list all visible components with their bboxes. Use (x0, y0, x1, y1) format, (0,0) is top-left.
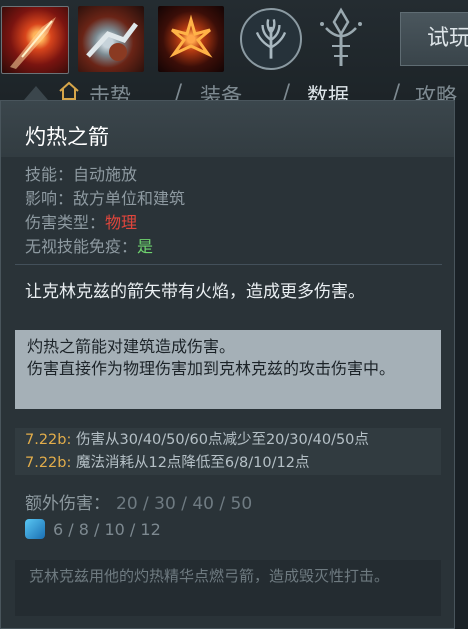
attr-label: 伤害类型： (25, 213, 106, 232)
attr-ability-behavior: 技能：自动施放 (25, 163, 185, 187)
tab-overview[interactable]: 击势 (89, 80, 131, 102)
hero-ability-bar: 试玩 击势 / 装备 / 数据 / 攻略 (0, 0, 468, 102)
extra-damage-label: 额外伤害： (25, 494, 110, 514)
nav-separator: / (393, 80, 401, 102)
patch-note: 7.22b: 魔法消耗从12点降低至6/8/10/12点 (25, 452, 441, 475)
nav-separator: / (283, 80, 291, 102)
nav-separator: / (175, 80, 183, 102)
mana-cost-values: 6 / 8 / 10 / 12 (53, 520, 161, 539)
attr-value: 是 (137, 237, 154, 256)
searing-arrows-icon[interactable] (1, 6, 69, 74)
patch-notes: 7.22b: 伤害从30/40/50/60点减少至20/30/40/50点 7.… (15, 428, 441, 475)
ability-title: 灼热之箭 (25, 125, 109, 149)
attr-label: 无视技能免疫： (25, 237, 138, 256)
mana-cost: 6 / 8 / 10 / 12 (25, 518, 161, 542)
note-line: 伤害直接作为物理伤害加到克林克兹的攻击伤害中。 (27, 359, 396, 378)
attr-label: 影响： (25, 189, 74, 208)
extra-damage-values: 20 / 30 / 40 / 50 (116, 494, 253, 514)
note-line: 灼热之箭能对建筑造成伤害。 (27, 337, 236, 356)
ability-note: 灼热之箭能对建筑造成伤害。 伤害直接作为物理伤害加到克林克兹的攻击伤害中。 (15, 330, 441, 409)
tab-items[interactable]: 装备 (200, 80, 242, 102)
attr-pierce-immunity: 无视技能免疫：是 (25, 235, 185, 259)
burning-army-icon[interactable] (158, 6, 224, 72)
attr-affects: 影响：敌方单位和建筑 (25, 187, 185, 211)
extra-damage: 额外伤害： 20 / 30 / 40 / 50 (25, 489, 252, 514)
patch-note: 7.22b: 伤害从30/40/50/60点减少至20/30/40/50点 (25, 429, 441, 452)
attr-value: 敌方单位和建筑 (73, 189, 186, 208)
side-panel-edge (455, 100, 468, 629)
attr-value: 物理 (105, 213, 138, 232)
attr-damage-type: 伤害类型：物理 (25, 211, 185, 235)
ability-tooltip: 灼热之箭 技能：自动施放 影响：敌方单位和建筑 伤害类型：物理 无视技能免疫：是… (0, 100, 455, 629)
patch-text: 魔法消耗从12点降低至6/8/10/12点 (71, 455, 310, 471)
divider (15, 264, 442, 265)
attr-value: 自动施放 (73, 165, 138, 184)
patch-version: 7.22b: (25, 432, 72, 448)
hero-nav-tabs: 击势 / 装备 / 数据 / 攻略 (55, 76, 468, 102)
patch-text: 伤害从30/40/50/60点减少至20/30/40/50点 (71, 432, 369, 448)
skeleton-walk-icon[interactable] (78, 6, 144, 72)
ability-description: 让克林克兹的箭矢带有火焰，造成更多伤害。 (25, 282, 365, 302)
tab-guides[interactable]: 攻略 (415, 80, 457, 102)
home-icon[interactable] (58, 80, 80, 102)
attr-label: 技能： (25, 165, 74, 184)
tooltip-header: 灼热之箭 (1, 101, 454, 157)
mana-cost-icon (25, 518, 45, 539)
try-hero-button[interactable]: 试玩 (400, 12, 468, 66)
patch-version: 7.22b: (25, 455, 72, 471)
talent-tree-icon[interactable] (240, 8, 302, 70)
aghanims-scepter-icon[interactable] (312, 6, 370, 72)
tab-stats[interactable]: 数据 (307, 80, 349, 102)
ability-lore: 克林克兹用他的灼热精华点燃弓箭，造成毁灭性打击。 (15, 560, 441, 616)
tooltip-pointer (24, 86, 48, 100)
ability-attributes: 技能：自动施放 影响：敌方单位和建筑 伤害类型：物理 无视技能免疫：是 (25, 163, 185, 259)
